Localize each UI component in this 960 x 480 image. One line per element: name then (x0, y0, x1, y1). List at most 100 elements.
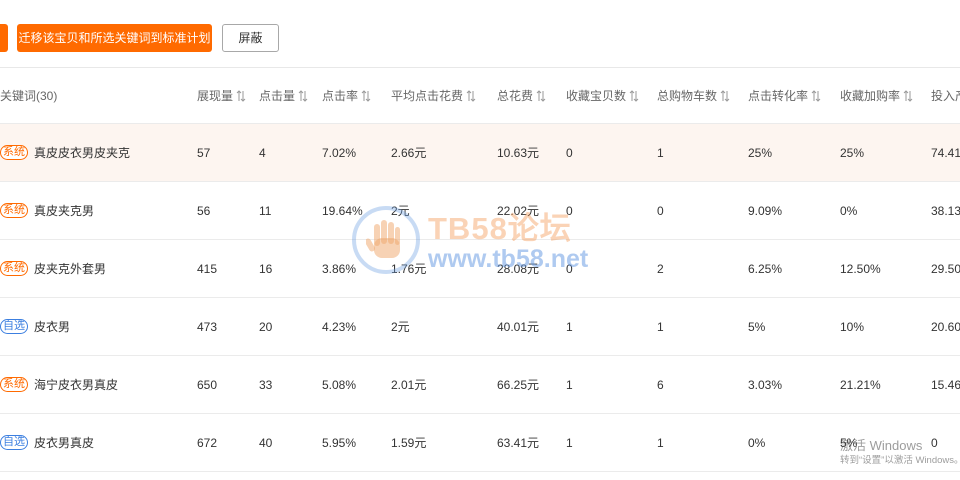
sort-arrows-icon[interactable] (361, 89, 371, 102)
table-row: 自选 皮衣男 473 20 4.23% 2元 40.01元 1 1 5% 10% 20.60 (0, 298, 960, 356)
keyword-cell: 系统 皮夹克外套男 (0, 240, 190, 297)
table-row: 自选 皮衣男真皮 672 40 5.95% 1.59元 63.41元 1 1 0% 5% 0 (0, 414, 960, 472)
impressions-cell: 650 (197, 377, 218, 392)
keyword-source-badge: 系统 (0, 145, 28, 160)
keyword-source-badge: 系统 (0, 261, 28, 276)
column-header-label: 展现量 (197, 89, 234, 103)
column-header-label: 总花费 (497, 89, 534, 103)
column-header-total-cost[interactable]: 总花费 (497, 68, 563, 123)
clicks-cell: 4 (259, 145, 266, 160)
fav-cart-rate-cell: 10% (840, 319, 865, 334)
keyword-cell: 系统 真皮皮衣男皮夹克 (0, 124, 190, 181)
sort-arrows-icon[interactable] (236, 89, 246, 102)
keyword-text: 皮夹克外套男 (34, 262, 107, 276)
roi-cell: 20.60 (931, 319, 960, 334)
column-header-impressions[interactable]: 展现量 (197, 68, 257, 123)
table-row: 系统 海宁皮衣男真皮 650 33 5.08% 2.01元 66.25元 1 6 3.03% 21.… (0, 356, 960, 414)
click-conversion-rate-cell: 9.09% (748, 203, 783, 218)
sort-arrows-icon[interactable] (629, 89, 639, 102)
column-header-click-rate[interactable]: 点击率 (322, 68, 388, 123)
roi-cell: 15.46 (931, 377, 960, 392)
roi-cell: 29.50 (931, 261, 960, 276)
fav-cart-rate-cell: 12.50% (840, 261, 881, 276)
keyword-cell: 自选 皮衣男 (0, 298, 190, 355)
cart-adds-cell: 6 (657, 377, 664, 392)
table-row: 系统 真皮夹克男 56 11 19.64% 2元 22.02元 0 0 9.09% 0% 38.13 (0, 182, 960, 240)
keyword-text: 真皮皮衣男皮夹克 (34, 146, 131, 160)
column-header-fav-cart-rate[interactable]: 收藏加购率 (840, 68, 928, 123)
cart-adds-cell: 1 (657, 319, 664, 334)
click-rate-cell: 19.64% (322, 203, 363, 218)
keyword-source-badge: 系统 (0, 203, 28, 218)
clicks-cell: 33 (259, 377, 273, 392)
impressions-cell: 57 (197, 145, 211, 160)
fav-cart-rate-cell: 0% (840, 203, 858, 218)
column-header-click-conversion-rate[interactable]: 点击转化率 (748, 68, 836, 123)
sort-arrows-icon[interactable] (298, 89, 308, 102)
column-header-roi: 投入产 (931, 68, 960, 123)
total-cost-cell: 22.02元 (497, 204, 540, 218)
total-cost-cell: 66.25元 (497, 378, 540, 392)
impressions-cell: 56 (197, 203, 211, 218)
favorited-items-cell: 0 (566, 261, 573, 276)
sort-arrows-icon[interactable] (811, 89, 821, 102)
keyword-text: 真皮夹克男 (34, 204, 95, 218)
click-conversion-rate-cell: 25% (748, 145, 773, 160)
column-header-avg-click-cost[interactable]: 平均点击花费 (391, 68, 491, 123)
click-rate-cell: 5.95% (322, 435, 357, 450)
avg-click-cost-cell: 1.76元 (391, 262, 427, 276)
column-header-label: 点击转化率 (748, 89, 809, 103)
partial-toolbar-button[interactable] (0, 24, 8, 52)
keyword-cell: 系统 真皮夹克男 (0, 182, 190, 239)
click-conversion-rate-cell: 6.25% (748, 261, 783, 276)
column-header-keyword: 关键词(30) (0, 68, 190, 123)
total-cost-cell: 10.63元 (497, 146, 540, 160)
sort-arrows-icon[interactable] (720, 89, 730, 102)
avg-click-cost-cell: 2.01元 (391, 378, 427, 392)
roi-cell: 38.13 (931, 203, 960, 218)
migrate-to-standard-plan-button[interactable]: 迁移该宝贝和所选关键词到标准计划 (17, 24, 212, 52)
impressions-cell: 473 (197, 319, 218, 334)
favorited-items-cell: 1 (566, 319, 573, 334)
total-cost-cell: 40.01元 (497, 320, 540, 334)
total-cost-cell: 28.08元 (497, 262, 540, 276)
column-header-favorited-items[interactable]: 收藏宝贝数 (566, 68, 654, 123)
roi-cell: 0 (931, 435, 938, 450)
avg-click-cost-cell: 2.66元 (391, 146, 427, 160)
sort-arrows-icon[interactable] (536, 89, 546, 102)
clicks-cell: 11 (259, 203, 272, 218)
column-header-cart-adds[interactable]: 总购物车数 (657, 68, 745, 123)
sort-arrows-icon[interactable] (466, 89, 476, 102)
sort-arrows-icon[interactable] (903, 89, 913, 102)
column-header-label: 总购物车数 (657, 89, 718, 103)
cart-adds-cell: 1 (657, 435, 664, 450)
table-row: 系统 皮夹克外套男 415 16 3.86% 1.76元 28.08元 0 2 6.25% 12.5… (0, 240, 960, 298)
click-rate-cell: 3.86% (322, 261, 357, 276)
keyword-source-badge: 系统 (0, 377, 28, 392)
clicks-cell: 20 (259, 319, 273, 334)
click-conversion-rate-cell: 5% (748, 319, 766, 334)
block-button[interactable]: 屏蔽 (222, 24, 279, 52)
keyword-source-badge: 自选 (0, 435, 28, 450)
click-rate-cell: 7.02% (322, 145, 357, 160)
column-header-label: 关键词(30) (0, 89, 58, 103)
table-header: 关键词(30) 展现量 点击量 点击率 平均点击花费 总花费 收藏宝贝数 总购物车数 点击转化率… (0, 68, 960, 124)
clicks-cell: 16 (259, 261, 273, 276)
keyword-source-badge: 自选 (0, 319, 28, 334)
avg-click-cost-cell: 2元 (391, 204, 410, 218)
favorited-items-cell: 0 (566, 203, 573, 218)
column-header-label: 投入产 (931, 89, 960, 103)
total-cost-cell: 63.41元 (497, 436, 540, 450)
keyword-report-page: 迁移该宝贝和所选关键词到标准计划 屏蔽 关键词(30) 展现量 点击量 点击率 平均点击… (0, 0, 960, 480)
click-conversion-rate-cell: 3.03% (748, 377, 783, 392)
column-header-label: 收藏加购率 (840, 89, 901, 103)
keyword-cell: 系统 海宁皮衣男真皮 (0, 356, 190, 413)
column-header-label: 平均点击花费 (391, 89, 464, 103)
cart-adds-cell: 2 (657, 261, 664, 276)
favorited-items-cell: 1 (566, 377, 573, 392)
click-rate-cell: 5.08% (322, 377, 357, 392)
fav-cart-rate-cell: 25% (840, 145, 865, 160)
column-header-clicks[interactable]: 点击量 (259, 68, 319, 123)
fav-cart-rate-cell: 5% (840, 435, 858, 450)
click-conversion-rate-cell: 0% (748, 435, 766, 450)
